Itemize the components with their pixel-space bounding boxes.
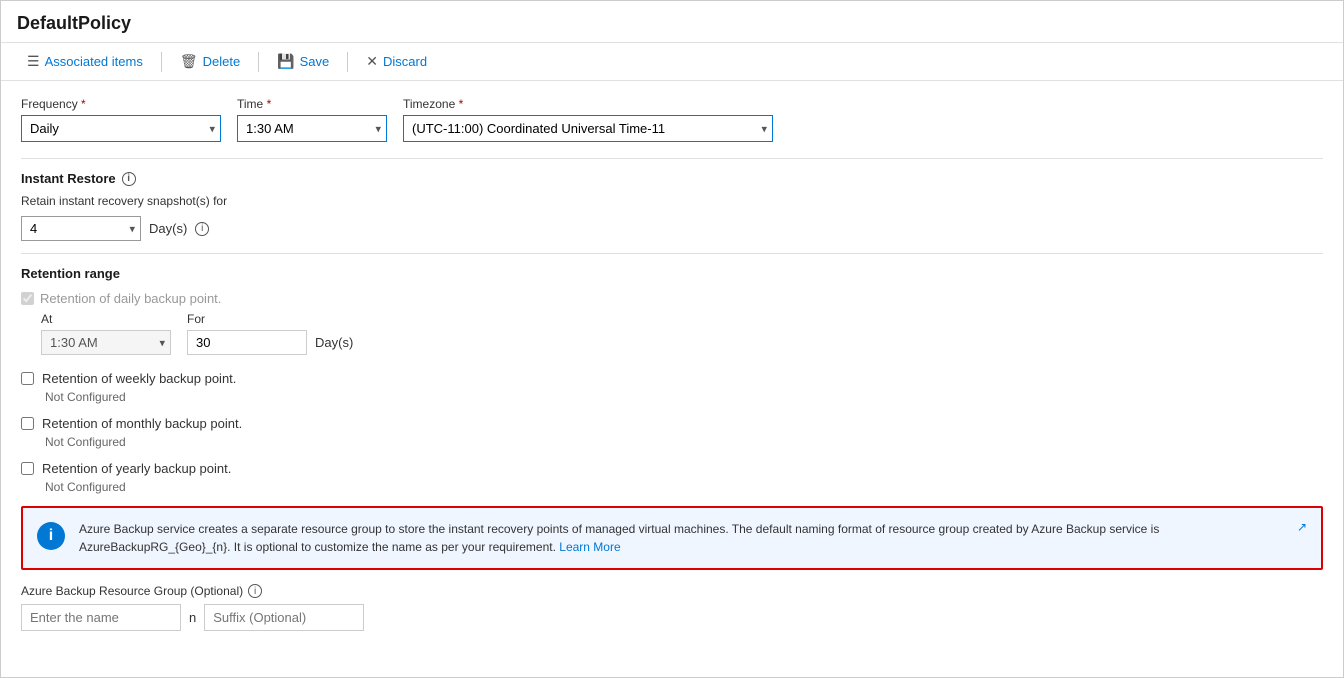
azure-suffix-input[interactable] bbox=[204, 604, 364, 631]
frequency-select[interactable]: Daily Weekly Monthly bbox=[21, 115, 221, 142]
main-content: Frequency * Daily Weekly Monthly ▾ Time … bbox=[1, 81, 1343, 647]
monthly-section: Retention of monthly backup point. Not C… bbox=[21, 416, 1323, 449]
external-link-icon[interactable]: ↗ bbox=[1297, 520, 1307, 534]
instant-restore-info-icon[interactable]: i bbox=[122, 172, 136, 186]
azure-name-input[interactable] bbox=[21, 604, 181, 631]
divider-2 bbox=[21, 253, 1323, 254]
learn-more-link[interactable]: Learn More bbox=[559, 540, 620, 554]
azure-group-info-icon[interactable]: i bbox=[248, 584, 262, 598]
azure-input-row: n bbox=[21, 604, 1323, 631]
for-group: For Day(s) bbox=[187, 312, 353, 355]
for-input[interactable] bbox=[187, 330, 307, 355]
at-group: At 1:30 AM ▾ bbox=[41, 312, 171, 355]
retain-label: Retain instant recovery snapshot(s) for bbox=[21, 194, 1323, 208]
frequency-select-wrapper: Daily Weekly Monthly ▾ bbox=[21, 115, 221, 142]
monthly-not-configured: Not Configured bbox=[45, 435, 1323, 449]
time-group: Time * 12:00 AM 12:30 AM 1:00 AM 1:30 AM… bbox=[237, 97, 387, 142]
timezone-group: Timezone * (UTC-11:00) Coordinated Unive… bbox=[403, 97, 773, 142]
at-select-wrapper: 1:30 AM ▾ bbox=[41, 330, 171, 355]
save-button[interactable]: 💾 Save bbox=[267, 49, 339, 74]
discard-label: Discard bbox=[383, 54, 427, 69]
time-required-star: * bbox=[267, 97, 272, 111]
weekly-backup-checkbox[interactable] bbox=[21, 372, 34, 385]
delete-label: Delete bbox=[203, 54, 241, 69]
time-select[interactable]: 12:00 AM 12:30 AM 1:00 AM 1:30 AM 2:00 A… bbox=[237, 115, 387, 142]
for-unit-label: Day(s) bbox=[315, 335, 353, 350]
associated-items-label: Associated items bbox=[45, 54, 143, 69]
trash-icon: 🗑 bbox=[180, 53, 198, 70]
info-banner-text: Azure Backup service creates a separate … bbox=[79, 520, 1279, 556]
info-banner: i Azure Backup service creates a separat… bbox=[21, 506, 1323, 570]
retain-select[interactable]: 1 2 3 4 5 bbox=[21, 216, 141, 241]
frequency-required-star: * bbox=[81, 97, 86, 111]
save-icon: 💾 bbox=[277, 53, 294, 70]
page-wrapper: DefaultPolicy ☰ Associated items 🗑 Delet… bbox=[0, 0, 1344, 678]
yearly-backup-label: Retention of yearly backup point. bbox=[42, 461, 231, 476]
at-select[interactable]: 1:30 AM bbox=[41, 330, 171, 355]
timezone-select[interactable]: (UTC-11:00) Coordinated Universal Time-1… bbox=[403, 115, 773, 142]
azure-group-label: Azure Backup Resource Group (Optional) i bbox=[21, 584, 1323, 598]
page-title: DefaultPolicy bbox=[1, 1, 1343, 43]
azure-sep-label: n bbox=[189, 610, 196, 625]
save-label: Save bbox=[300, 54, 330, 69]
yearly-backup-checkbox[interactable] bbox=[21, 462, 34, 475]
retain-info-icon[interactable]: i bbox=[195, 222, 209, 236]
weekly-checkbox-row: Retention of weekly backup point. bbox=[21, 371, 1323, 386]
toolbar-separator-2 bbox=[258, 52, 259, 72]
yearly-section: Retention of yearly backup point. Not Co… bbox=[21, 461, 1323, 494]
frequency-label: Frequency * bbox=[21, 97, 221, 111]
timezone-label: Timezone * bbox=[403, 97, 773, 111]
time-label: Time * bbox=[237, 97, 387, 111]
timezone-select-wrapper: (UTC-11:00) Coordinated Universal Time-1… bbox=[403, 115, 773, 142]
at-label: At bbox=[41, 312, 171, 326]
retain-unit-label: Day(s) bbox=[149, 221, 187, 236]
associated-items-button[interactable]: ☰ Associated items bbox=[17, 49, 153, 74]
instant-restore-label: Instant Restore bbox=[21, 171, 116, 186]
timezone-required-star: * bbox=[459, 97, 464, 111]
toolbar-separator-3 bbox=[347, 52, 348, 72]
for-label: For bbox=[187, 312, 353, 326]
daily-backup-label: Retention of daily backup point. bbox=[40, 291, 221, 306]
weekly-backup-label: Retention of weekly backup point. bbox=[42, 371, 236, 386]
at-for-row: At 1:30 AM ▾ For Day(s) bbox=[21, 312, 1323, 355]
divider-1 bbox=[21, 158, 1323, 159]
delete-button[interactable]: 🗑 Delete bbox=[170, 49, 250, 74]
retention-range-label: Retention range bbox=[21, 266, 1323, 281]
yearly-not-configured: Not Configured bbox=[45, 480, 1323, 494]
monthly-backup-checkbox[interactable] bbox=[21, 417, 34, 430]
frequency-time-tz-row: Frequency * Daily Weekly Monthly ▾ Time … bbox=[21, 97, 1323, 142]
time-select-wrapper: 12:00 AM 12:30 AM 1:00 AM 1:30 AM 2:00 A… bbox=[237, 115, 387, 142]
retain-select-wrapper: 1 2 3 4 5 ▾ bbox=[21, 216, 141, 241]
monthly-backup-label: Retention of monthly backup point. bbox=[42, 416, 242, 431]
frequency-group: Frequency * Daily Weekly Monthly ▾ bbox=[21, 97, 221, 142]
weekly-section: Retention of weekly backup point. Not Co… bbox=[21, 371, 1323, 404]
close-icon: ✕ bbox=[366, 53, 378, 70]
yearly-checkbox-row: Retention of yearly backup point. bbox=[21, 461, 1323, 476]
list-icon: ☰ bbox=[27, 53, 40, 70]
instant-restore-header: Instant Restore i bbox=[21, 171, 1323, 186]
monthly-checkbox-row: Retention of monthly backup point. bbox=[21, 416, 1323, 431]
daily-check-row: Retention of daily backup point. bbox=[21, 291, 1323, 306]
toolbar-separator-1 bbox=[161, 52, 162, 72]
discard-button[interactable]: ✕ Discard bbox=[356, 49, 437, 74]
retain-row: 1 2 3 4 5 ▾ Day(s) i bbox=[21, 216, 1323, 241]
toolbar: ☰ Associated items 🗑 Delete 💾 Save ✕ Dis… bbox=[1, 43, 1343, 81]
daily-backup-checkbox bbox=[21, 292, 34, 305]
weekly-not-configured: Not Configured bbox=[45, 390, 1323, 404]
info-circle-icon: i bbox=[37, 522, 65, 550]
